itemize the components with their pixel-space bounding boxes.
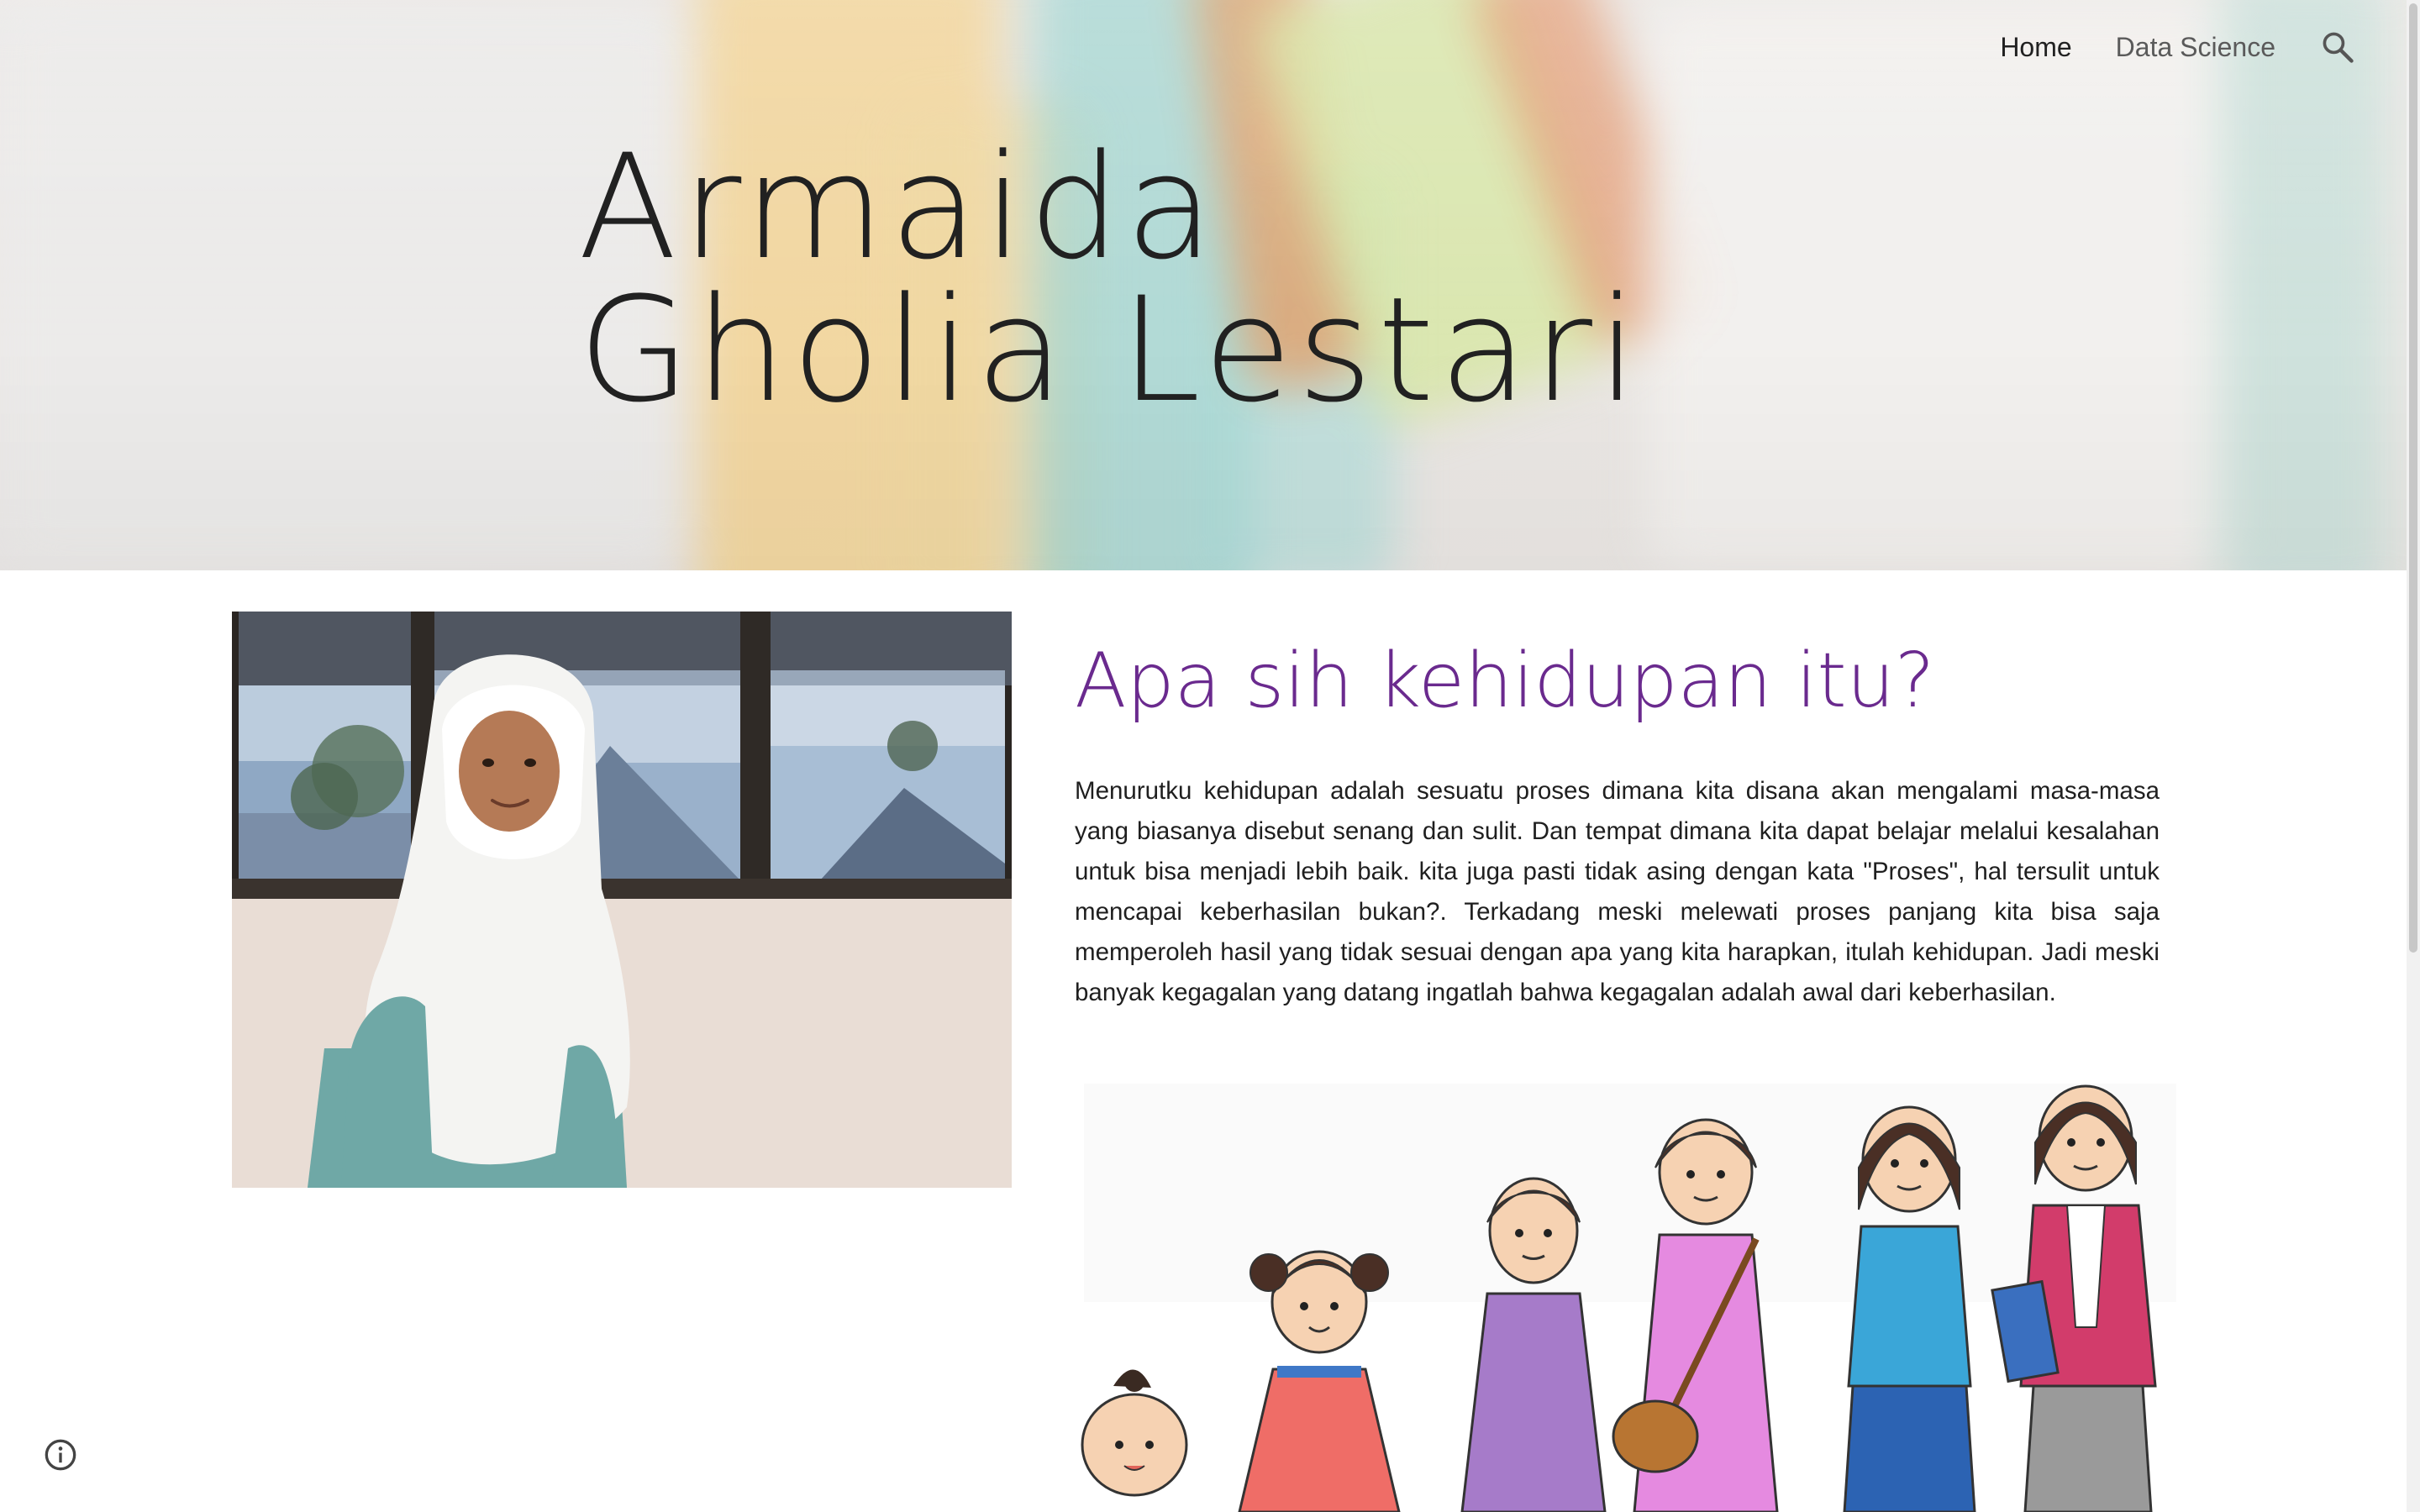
site-title: Armaida Gholia Lestari [578,123,1670,434]
life-stages-illustration [1067,1050,2176,1512]
profile-photo [232,612,1012,1188]
search-icon[interactable] [2319,29,2356,66]
site-title-text: Armaida Gholia Lestari [578,123,1643,434]
body-paragraph: Menurutku kehidupan adalah sesuatu prose… [1075,777,2160,1006]
page-scrollbar[interactable] [2407,0,2420,1512]
scrollbar-thumb[interactable] [2409,3,2417,953]
info-icon[interactable] [44,1438,77,1472]
hero-header: Armaida Gholia Lestari Home Data Science [0,0,2407,570]
nav-item-data-science[interactable]: Data Science [2116,32,2275,63]
section-heading: Apa sih kehidupan itu? [1075,637,1935,725]
top-navigation: Home Data Science [2000,24,2356,71]
nav-item-home[interactable]: Home [2000,32,2071,63]
